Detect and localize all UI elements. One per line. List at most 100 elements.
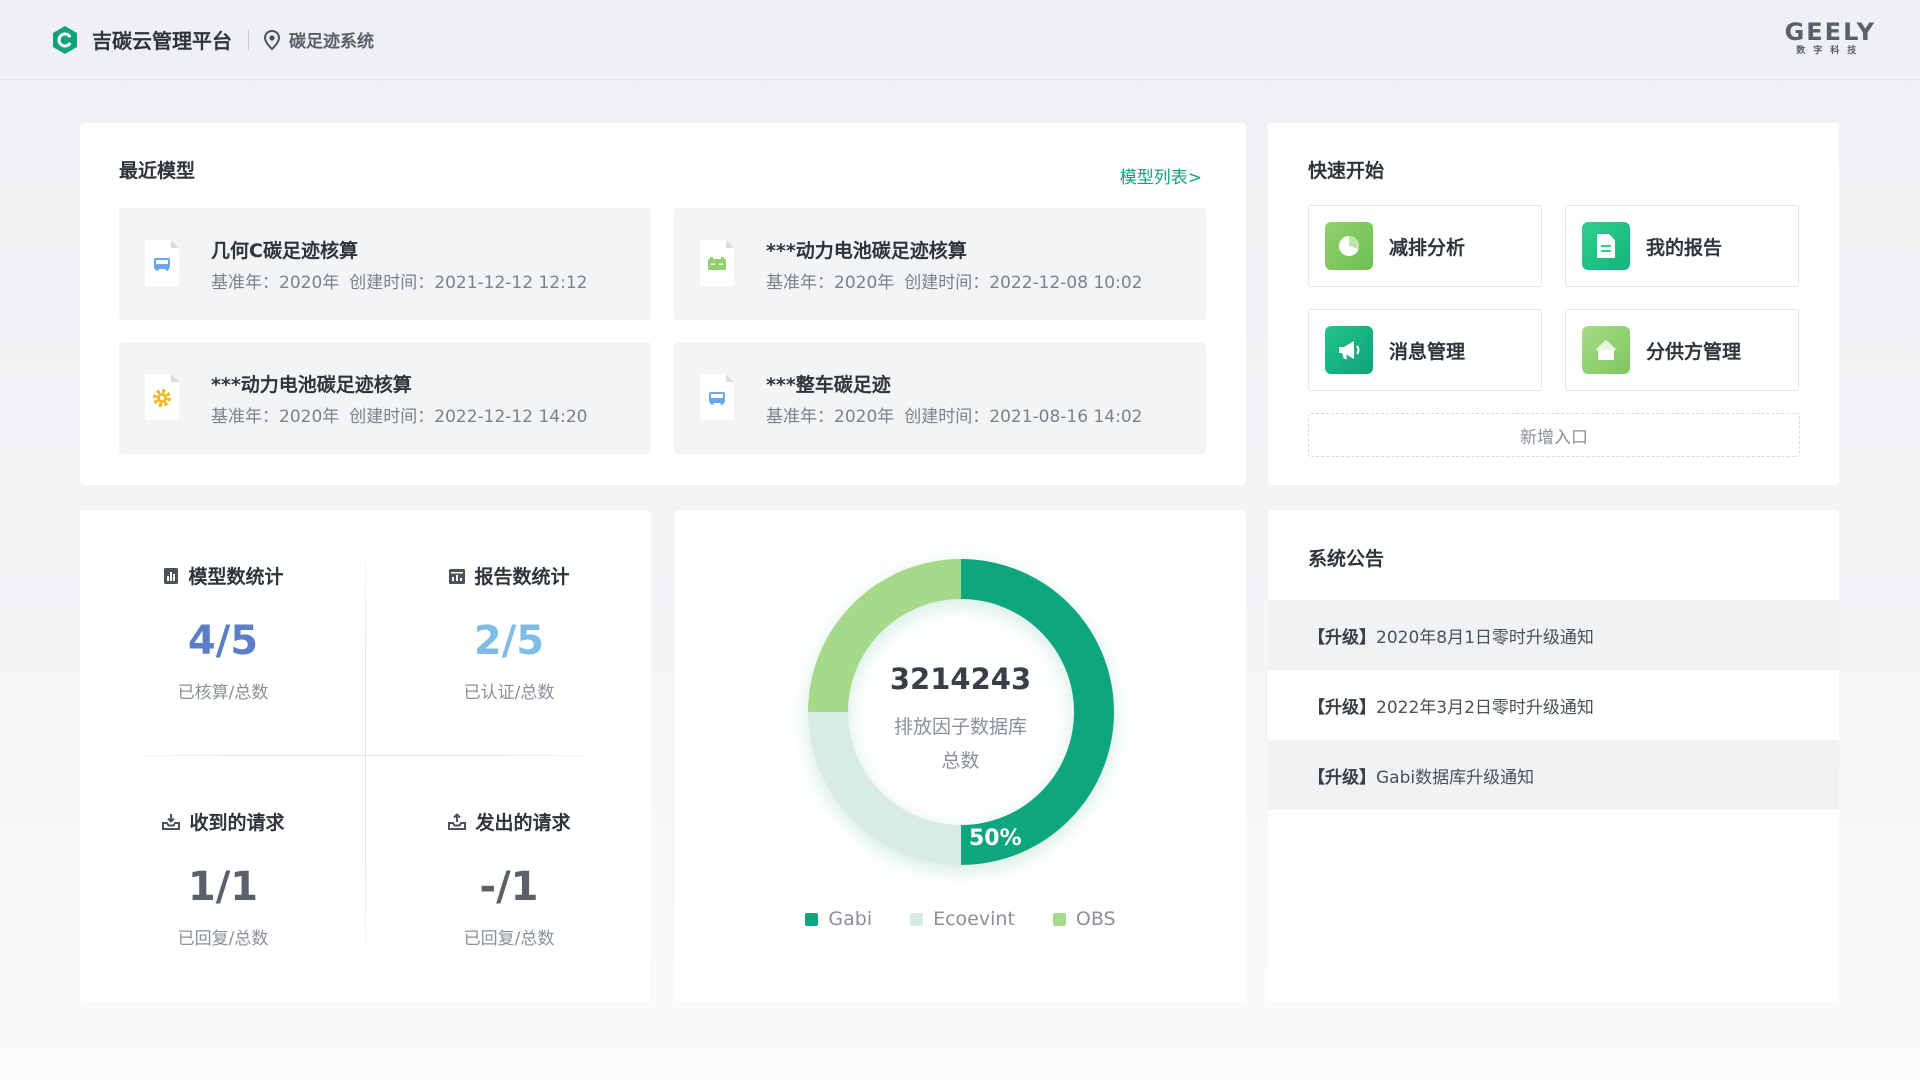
model-name: ***动力电池碳足迹核算	[766, 240, 967, 262]
app-logo-icon	[53, 25, 77, 54]
legend-swatch	[805, 912, 819, 926]
donut-center-label: 排放因子数据库	[893, 716, 1027, 738]
stat-title: 发出的请求	[475, 812, 571, 834]
stat-header: 模型数统计	[80, 562, 366, 589]
model-base-year: 基准年：2020年	[766, 407, 895, 427]
notice-item[interactable]: 【升级】 2020年8月1日零时升级通知	[1268, 600, 1839, 670]
model-name: 几何C碳足迹核算	[211, 240, 358, 262]
stat-value: -/1	[479, 864, 539, 910]
model-name: ***整车碳足迹	[766, 374, 891, 396]
notice-text: Gabi数据库升级通知	[1376, 767, 1535, 788]
sent-requests-stat[interactable]: 发出的请求 -/1 已回复/总数	[366, 756, 652, 1002]
model-created-time: 创建时间：2021-12-12 12:12	[349, 273, 588, 293]
car-icon	[700, 374, 734, 420]
system-notice-title: 系统公告	[1308, 548, 1385, 570]
quick-start-title: 快速开始	[1308, 160, 1385, 182]
notice-text: 2020年8月1日零时升级通知	[1376, 627, 1594, 648]
report-count-stat[interactable]: 报告数统计 2/5 已认证/总数	[366, 510, 652, 756]
donut-center-sublabel: 总数	[941, 750, 980, 772]
calendar-chart-icon	[449, 568, 466, 584]
supplier-management-button[interactable]: 分供方管理	[1565, 309, 1799, 391]
brand-subtitle: 数字科技	[1796, 46, 1865, 56]
model-item[interactable]: ***动力电池碳足迹核算 基准年：2020年 创建时间：2022-12-12 14…	[119, 342, 651, 454]
notice-text: 2022年3月2日零时升级通知	[1376, 697, 1594, 718]
recent-models-card: 最近模型 模型列表> 几何C碳足迹核算 基准年：2020年 创建时间：2021-1…	[80, 123, 1246, 485]
model-base-year: 基准年：2020年	[211, 273, 340, 293]
stat-header: 报告数统计	[366, 562, 652, 589]
inbox-out-icon	[448, 812, 467, 830]
stat-value: 1/1	[187, 864, 259, 910]
model-meta: 基准年：2020年 创建时间：2022-12-12 14:20	[211, 402, 597, 427]
model-meta: 基准年：2020年 创建时间：2021-08-16 14:02	[766, 402, 1152, 427]
model-item[interactable]: ***整车碳足迹 基准年：2020年 创建时间：2021-08-16 14:02	[674, 342, 1206, 454]
quick-start-card: 快速开始 减排分析 我的报告 消息管理 分供方管理 新增入口	[1268, 123, 1839, 485]
model-item[interactable]: ***动力电池碳足迹核算 基准年：2020年 创建时间：2022-12-08 10…	[674, 208, 1206, 320]
add-entry-button[interactable]: 新增入口	[1308, 413, 1800, 457]
emission-database-chart-card: 3214243 排放因子数据库 总数 50% Gabi Ecoevint OBS	[675, 510, 1246, 1002]
legend-label: Ecoevint	[933, 908, 1015, 930]
home-icon	[1582, 326, 1630, 374]
system-subtitle: 碳足迹系统	[289, 32, 374, 52]
quick-button-label: 减排分析	[1389, 236, 1466, 259]
notice-tag: 【升级】	[1308, 627, 1376, 648]
stat-label: 已回复/总数	[177, 929, 269, 949]
model-meta: 基准年：2020年 创建时间：2022-12-08 10:02	[766, 268, 1152, 293]
reduction-analysis-button[interactable]: 减排分析	[1308, 205, 1542, 287]
report-doc-icon	[1582, 222, 1630, 270]
location-pin-icon	[263, 29, 281, 50]
legend-swatch	[1052, 912, 1066, 926]
pie-chart-icon	[1325, 222, 1373, 270]
model-created-time: 创建时间：2022-12-12 14:20	[349, 407, 588, 427]
model-base-year: 基准年：2020年	[766, 273, 895, 293]
recent-models-title: 最近模型	[119, 160, 196, 182]
donut-data-label: 50%	[969, 826, 1022, 851]
model-created-time: 创建时间：2021-08-16 14:02	[904, 407, 1143, 427]
message-management-button[interactable]: 消息管理	[1308, 309, 1542, 391]
legend-label: Gabi	[828, 908, 873, 930]
brand-logo: GEELY 数字科技	[1785, 20, 1876, 58]
battery-icon	[700, 240, 734, 286]
stat-title: 模型数统计	[188, 566, 284, 588]
stat-value: 2/5	[473, 618, 545, 664]
stat-title: 报告数统计	[474, 566, 570, 588]
model-meta: 基准年：2020年 创建时间：2021-12-12 12:12	[211, 268, 597, 293]
legend-item-gabi[interactable]: Gabi	[805, 908, 872, 930]
model-list-link[interactable]: 模型列表>	[1120, 163, 1202, 188]
bar-chart-icon	[164, 567, 179, 584]
stat-label: 已认证/总数	[463, 683, 555, 703]
stat-label: 已核算/总数	[177, 683, 269, 703]
model-created-time: 创建时间：2022-12-08 10:02	[904, 273, 1143, 293]
notice-tag: 【升级】	[1308, 697, 1376, 718]
header-divider	[248, 29, 249, 50]
stat-header: 收到的请求	[80, 808, 366, 835]
notice-item[interactable]: 【升级】 2022年3月2日零时升级通知	[1268, 670, 1839, 740]
notice-item[interactable]: 【升级】 Gabi数据库升级通知	[1268, 740, 1839, 810]
legend-item-ecoevint[interactable]: Ecoevint	[910, 908, 1015, 930]
megaphone-icon	[1325, 326, 1373, 374]
my-report-button[interactable]: 我的报告	[1565, 205, 1799, 287]
quick-button-label: 消息管理	[1389, 340, 1466, 363]
model-base-year: 基准年：2020年	[211, 407, 340, 427]
legend-item-obs[interactable]: OBS	[1052, 908, 1116, 930]
model-item[interactable]: 几何C碳足迹核算 基准年：2020年 创建时间：2021-12-12 12:12	[119, 208, 651, 320]
notice-tag: 【升级】	[1308, 767, 1376, 788]
model-count-stat[interactable]: 模型数统计 4/5 已核算/总数	[80, 510, 366, 756]
statistics-card: 模型数统计 4/5 已核算/总数 报告数统计 2/5 已认证/总数 收到的请求 …	[80, 510, 651, 1002]
car-icon	[145, 240, 179, 286]
model-name: ***动力电池碳足迹核算	[211, 374, 412, 396]
received-requests-stat[interactable]: 收到的请求 1/1 已回复/总数	[80, 756, 366, 1002]
quick-button-label: 分供方管理	[1646, 340, 1742, 363]
legend-label: OBS	[1075, 908, 1116, 930]
stat-label: 已回复/总数	[463, 929, 555, 949]
donut-total-value: 3214243	[889, 662, 1032, 696]
app-title: 吉碳云管理平台	[92, 29, 232, 53]
system-notice-card: 系统公告 【升级】 2020年8月1日零时升级通知 【升级】 2022年3月2日零时…	[1268, 510, 1839, 1002]
stat-value: 4/5	[187, 618, 259, 664]
gear-icon	[145, 374, 179, 420]
stat-title: 收到的请求	[189, 812, 285, 834]
quick-button-label: 我的报告	[1646, 236, 1723, 259]
top-header: 吉碳云管理平台 碳足迹系统 GEELY 数字科技	[0, 0, 1920, 80]
stat-header: 发出的请求	[366, 808, 652, 835]
inbox-in-icon	[162, 813, 181, 830]
legend-swatch	[910, 912, 924, 926]
